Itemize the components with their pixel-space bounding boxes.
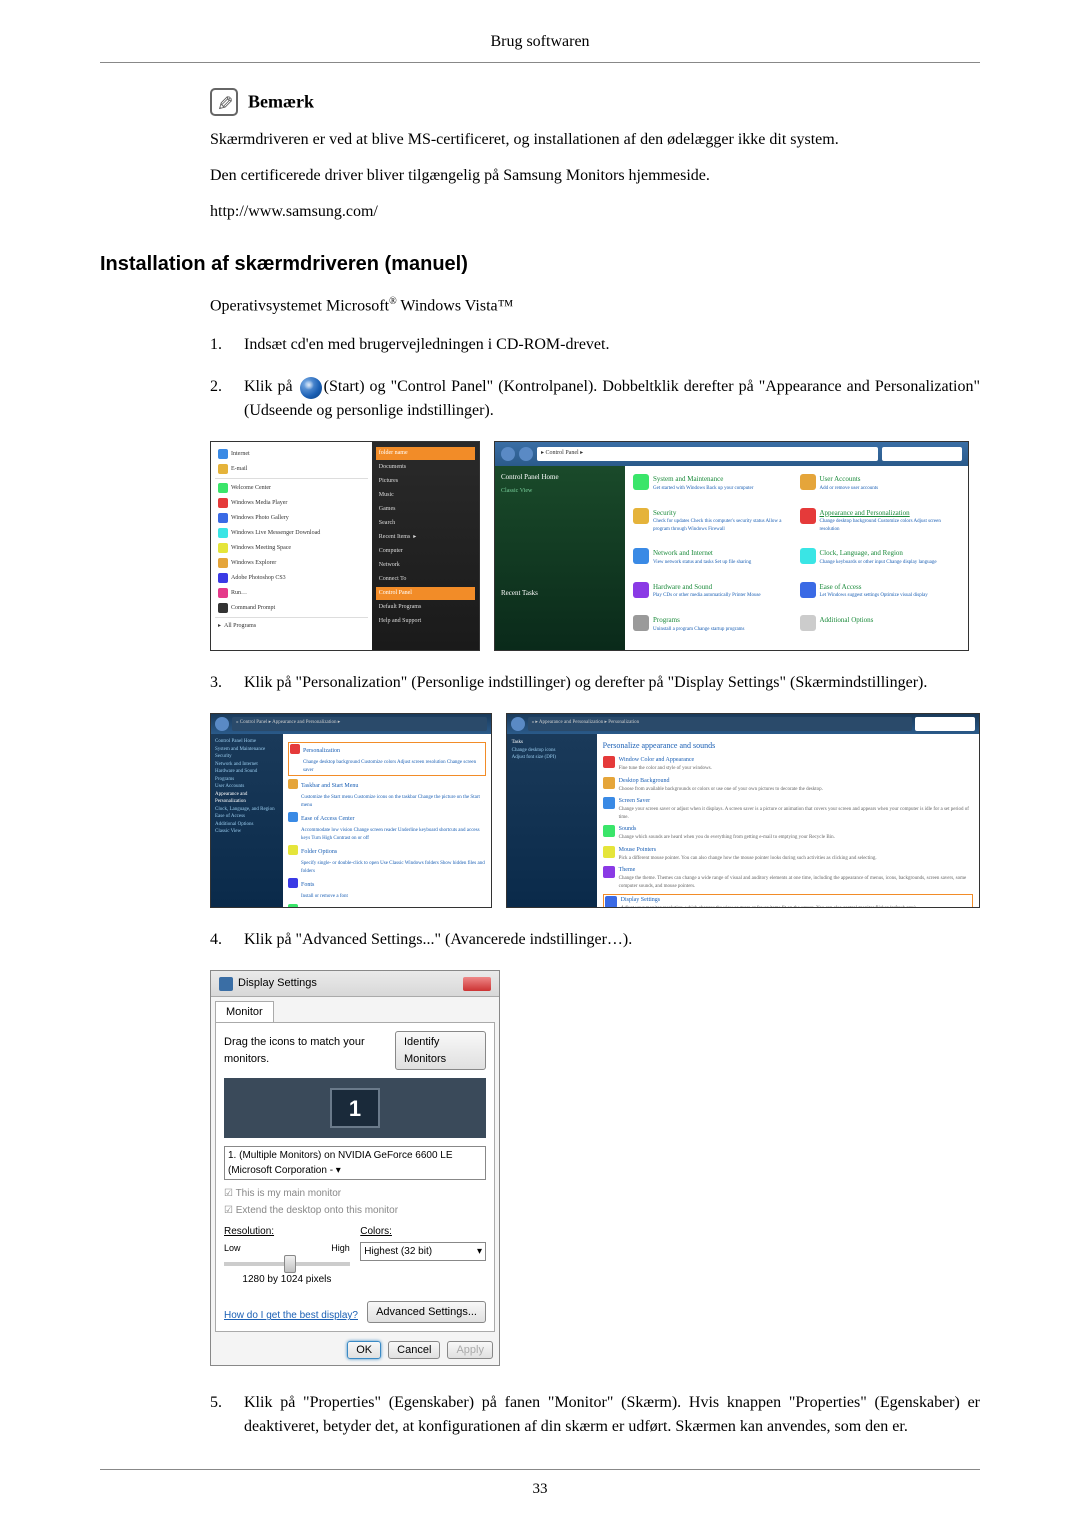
note-p1: Skærmdriveren er ved at blive MS-certifi… [210, 128, 980, 152]
monitor-icon [219, 977, 233, 991]
display-settings-link[interactable]: Display SettingsAdjust your monitor reso… [603, 894, 973, 908]
dialog-title: Display Settings [238, 975, 317, 992]
step-3: 3. Klik på "Personalization" (Personlige… [210, 671, 980, 695]
monitor-select[interactable]: 1. (Multiple Monitors) on NVIDIA GeForce… [224, 1146, 486, 1180]
control-panel-screenshot: ▸ Control Panel ▸ Control Panel Home Cla… [494, 441, 969, 651]
forward-icon[interactable] [519, 447, 533, 461]
back-icon[interactable] [511, 717, 525, 731]
step-4: 4. Klik på "Advanced Settings..." (Avanc… [210, 928, 980, 952]
help-link[interactable]: How do I get the best display? [224, 1308, 358, 1323]
note-p2: Den certificerede driver bliver tilgænge… [210, 164, 980, 188]
personalization-link[interactable]: PersonalizationChange desktop background… [288, 742, 486, 776]
step-5: 5. Klik på "Properties" (Egenskaber) på … [210, 1391, 980, 1439]
main-monitor-checkbox: ☑ This is my main monitor [224, 1186, 486, 1201]
back-icon[interactable] [501, 447, 515, 461]
page-number: 33 [533, 1481, 548, 1497]
identify-monitors-button[interactable]: Identify Monitors [395, 1031, 486, 1070]
apply-button: Apply [447, 1341, 493, 1359]
monitor-layout-area[interactable]: 1 [224, 1078, 486, 1138]
display-settings-dialog: Display Settings Monitor Drag the icons … [210, 970, 500, 1366]
start-orb-icon [300, 377, 322, 399]
start-menu-screenshot: Internet E-mail Welcome Center Windows M… [210, 441, 480, 651]
note-label: Bemærk [248, 92, 314, 112]
user-folder-item[interactable]: folder name [376, 447, 475, 460]
advanced-settings-button[interactable]: Advanced Settings... [367, 1301, 486, 1324]
close-icon[interactable] [463, 977, 491, 991]
address-bar[interactable]: ▸ Control Panel ▸ [537, 447, 878, 461]
step-1: 1. Indsæt cd'en med brugervejledningen i… [210, 333, 980, 357]
monitor-1[interactable]: 1 [330, 1088, 380, 1128]
section-heading: Installation af skærmdriveren (manuel) [100, 249, 980, 279]
cancel-button[interactable]: Cancel [388, 1341, 440, 1359]
appearance-panel-screenshot: « Control Panel ▸ Appearance and Persona… [210, 713, 492, 908]
page-header: Brug softwaren [100, 30, 980, 63]
screenshot-row-2: « Control Panel ▸ Appearance and Persona… [210, 713, 980, 908]
note-p3: http://www.samsung.com/ [210, 200, 980, 224]
ok-button[interactable]: OK [347, 1341, 381, 1359]
screenshot-row-1: Internet E-mail Welcome Center Windows M… [210, 441, 980, 651]
personalization-panel-screenshot: « ▸ Appearance and Personalization ▸ Per… [506, 713, 980, 908]
appearance-category[interactable]: Appearance and PersonalizationChange des… [800, 508, 961, 543]
resolution-value: 1280 by 1024 pixels [224, 1272, 350, 1287]
back-icon[interactable] [215, 717, 229, 731]
note-icon [210, 88, 238, 116]
resolution-slider[interactable] [224, 1262, 350, 1266]
colors-select[interactable]: Highest (32 bit)▾ [360, 1242, 486, 1261]
resolution-label: Resolution: [224, 1224, 350, 1239]
step-2: 2. Klik på (Start) og "Control Panel" (K… [210, 375, 980, 423]
note-block: Bemærk Skærmdriveren er ved at blive MS-… [210, 88, 980, 224]
drag-text: Drag the icons to match your monitors. [224, 1034, 395, 1067]
header-title: Brug softwaren [490, 33, 589, 50]
colors-label: Colors: [360, 1224, 486, 1239]
control-panel-item[interactable]: Control Panel [376, 587, 475, 600]
page-footer: 33 [100, 1469, 980, 1501]
intro-line: Operativsystemet Microsoft® Windows Vist… [210, 294, 980, 318]
extend-desktop-checkbox: ☑ Extend the desktop onto this monitor [224, 1203, 486, 1218]
search-input[interactable] [882, 447, 962, 461]
monitor-tab[interactable]: Monitor [215, 1001, 274, 1023]
